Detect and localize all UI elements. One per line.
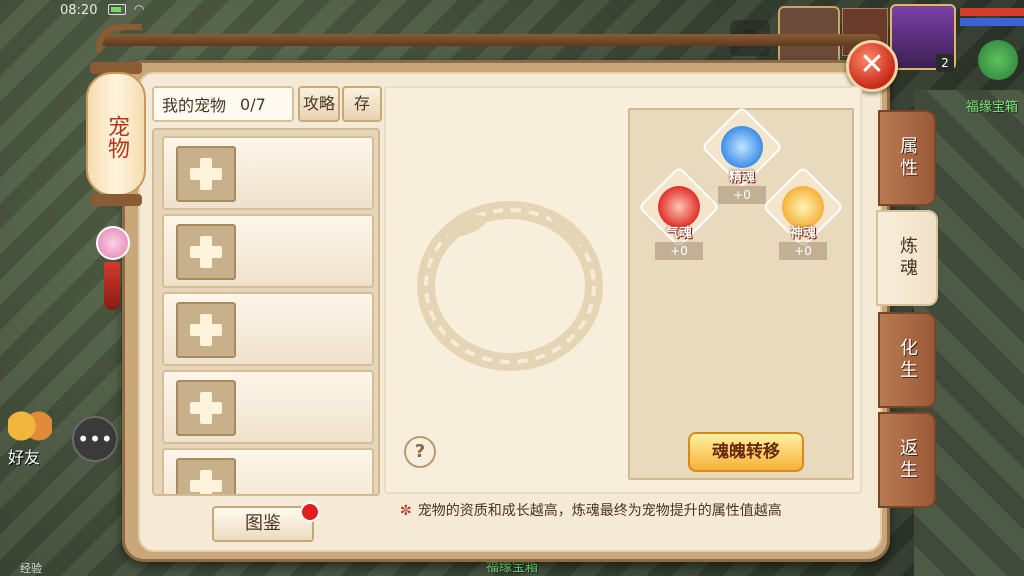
pet-slot[interactable] <box>162 136 374 210</box>
window-title: 宠物 <box>86 92 146 182</box>
pet-slot[interactable] <box>162 448 374 494</box>
friends-label: 好友 <box>8 448 41 467</box>
jing-soul-label: 精魂 <box>728 170 755 185</box>
exp-label: 经验 <box>20 562 42 575</box>
tab-attributes-label: 属性 <box>897 136 918 180</box>
player-level-badge: 2 <box>936 54 954 72</box>
add-pet-icon[interactable] <box>176 302 236 358</box>
scroll-rod <box>100 34 880 46</box>
add-pet-icon[interactable] <box>176 224 236 280</box>
player-mp-bar <box>960 18 1024 26</box>
battery-icon <box>108 4 126 15</box>
add-pet-icon[interactable] <box>176 458 236 494</box>
qi-soul-value: +0 <box>655 242 703 260</box>
strategy-button[interactable]: 攻略 <box>298 86 340 122</box>
shen-soul-label: 神魂 <box>789 226 816 241</box>
pet-slot-list[interactable] <box>152 128 380 496</box>
lantern-tassel <box>104 262 120 310</box>
tip-text: ✼ 宠物的资质和成长越高，炼魂最终为宠物提升的属性值越高 <box>400 500 860 520</box>
add-pet-icon[interactable] <box>176 146 236 202</box>
my-pets-header: 我的宠物 0/7 <box>152 86 294 122</box>
tab-refine-soul[interactable]: 炼魂 <box>876 210 938 306</box>
friends-icon <box>8 408 52 444</box>
tab-transform[interactable]: 化生 <box>878 312 936 408</box>
my-pets-count: 0/7 <box>240 94 266 114</box>
lantern-title: 宠物 <box>86 62 146 208</box>
codex-button[interactable]: 图鉴 <box>212 506 314 542</box>
player-hp-bar <box>960 8 1024 16</box>
help-button[interactable]: ? <box>404 436 436 468</box>
wifi-icon: ◠ <box>134 2 145 16</box>
tab-transform-label: 化生 <box>897 338 918 382</box>
status-time: 08:20 <box>60 3 98 18</box>
tab-attributes[interactable]: 属性 <box>878 110 936 206</box>
pet-slot[interactable] <box>162 370 374 444</box>
window-title-text: 宠物 <box>104 115 129 159</box>
friends-button[interactable]: 好友 <box>8 408 56 467</box>
lantern-charm-icon <box>96 226 130 260</box>
close-button[interactable]: ✕ <box>846 40 898 92</box>
dragon-ring-emblem <box>417 201 603 371</box>
pet-slot[interactable] <box>162 292 374 366</box>
close-icon: ✕ <box>859 47 885 82</box>
tab-rebirth-label: 返生 <box>897 438 918 482</box>
pet-slot[interactable] <box>162 214 374 288</box>
asterisk-icon: ✼ <box>400 503 412 519</box>
store-button[interactable]: 存 <box>342 86 382 122</box>
chat-button[interactable]: ••• <box>72 416 118 462</box>
tip-message: 宠物的资质和成长越高，炼魂最终为宠物提升的属性值越高 <box>417 503 782 519</box>
jing-soul-value: +0 <box>718 186 766 204</box>
gift-box-label: 福缘宝箱 <box>966 100 1019 115</box>
soul-transfer-button[interactable]: 魂魄转移 <box>688 432 804 472</box>
chat-icon: ••• <box>77 427 113 451</box>
shen-soul-value: +0 <box>779 242 827 260</box>
my-pets-title: 我的宠物 <box>162 96 227 115</box>
notification-dot <box>300 502 320 522</box>
tab-rebirth[interactable]: 返生 <box>878 412 936 508</box>
tab-refine-soul-label: 炼魂 <box>897 236 918 280</box>
add-pet-icon[interactable] <box>176 380 236 436</box>
lantern-cap-bottom <box>90 194 142 206</box>
gift-box-icon[interactable] <box>978 40 1018 80</box>
qi-soul-label: 气魂 <box>665 226 692 241</box>
